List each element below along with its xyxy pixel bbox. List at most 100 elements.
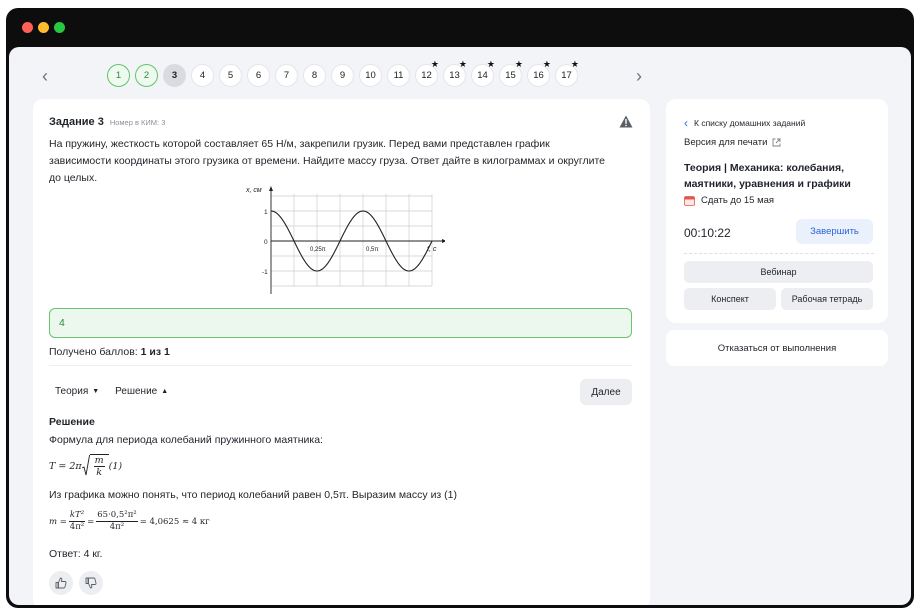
- deadline: Сдать до 15 мая: [684, 195, 774, 206]
- page-number: 8: [311, 70, 318, 81]
- back-to-homework-link[interactable]: ‹ К списку домашних заданий: [684, 116, 805, 130]
- back-link-label: К списку домашних заданий: [694, 118, 806, 128]
- y-tick-label: 0: [264, 239, 268, 246]
- formula-result: = 4,0625 ≈ 4 кг: [139, 516, 210, 527]
- x-tick-label: 0,5π: [366, 247, 378, 253]
- score-value: 1 из 1: [140, 346, 170, 358]
- page-button-3[interactable]: 3: [163, 64, 186, 87]
- thumbs-down-button[interactable]: [79, 571, 103, 595]
- star-icon: ★: [570, 59, 579, 69]
- solution-title: Решение: [49, 416, 95, 428]
- page-button-5[interactable]: 5: [219, 64, 242, 87]
- next-button[interactable]: Далее: [580, 379, 632, 405]
- denominator: 4π²: [69, 522, 85, 532]
- solution-label: Решение: [115, 386, 158, 397]
- webinar-button[interactable]: Вебинар: [684, 261, 873, 283]
- page-button-10[interactable]: 10: [359, 64, 382, 87]
- external-link-icon: [772, 138, 781, 147]
- y-tick-label: 1: [264, 209, 268, 216]
- page-button-9[interactable]: 9: [331, 64, 354, 87]
- page-button-7[interactable]: 7: [275, 64, 298, 87]
- formula-part: =: [87, 516, 95, 527]
- thumbs-down-icon: [85, 577, 97, 589]
- maximize-window-button[interactable]: [54, 22, 65, 33]
- fraction: 65·0,5²π² 4π²: [96, 510, 138, 533]
- page-number: 7: [283, 70, 290, 81]
- calendar-icon: [684, 196, 695, 206]
- page-button-12[interactable]: 12 ★: [415, 59, 439, 87]
- page-number: 17: [561, 70, 572, 81]
- page-number: 13: [449, 70, 460, 81]
- task-header: Задание 3 Номер в КИМ: 3: [49, 116, 165, 128]
- page-number: 6: [255, 70, 262, 81]
- warning-icon[interactable]: [619, 115, 633, 128]
- divider: [49, 365, 632, 366]
- chevron-left-icon[interactable]: ‹: [33, 64, 57, 88]
- page-list: 1 2 3 4 5 6 7 8 9 10 11 12 ★ 13 ★ 14 ★ 15 ★ 16 ★ 17 ★: [107, 59, 579, 87]
- page-button-16[interactable]: 16 ★: [527, 59, 551, 87]
- page-number: 3: [171, 70, 178, 81]
- answer-field[interactable]: 4: [49, 308, 632, 338]
- fraction: mk: [93, 455, 105, 478]
- page-button-6[interactable]: 6: [247, 64, 270, 87]
- star-icon: ★: [430, 59, 439, 69]
- print-version-link[interactable]: Версия для печати: [684, 137, 781, 148]
- theory-toggle[interactable]: Теория ▼: [55, 386, 99, 397]
- score-label: Получено баллов:: [49, 346, 141, 358]
- minimize-window-button[interactable]: [38, 22, 49, 33]
- deadline-text: Сдать до 15 мая: [701, 195, 775, 206]
- kim-number: Номер в КИМ: 3: [109, 118, 166, 127]
- homework-title: Теория | Механика: колебания, маятники, …: [684, 162, 851, 190]
- solution-text: Из графика можно понять, что период коле…: [49, 489, 457, 501]
- mass-formula: m = kT² 4π² = 65·0,5²π² 4π² = 4,0625 ≈ 4 к…: [49, 510, 210, 533]
- denominator: k: [96, 467, 103, 478]
- chevron-right-icon[interactable]: ›: [627, 64, 651, 88]
- denominator: 4π²: [109, 522, 125, 532]
- x-tick-label: 0,25π: [310, 247, 326, 253]
- numerator: 65·0,5²π²: [96, 510, 138, 522]
- dashed-divider: [684, 253, 874, 254]
- caret-down-icon: ▼: [92, 388, 100, 395]
- solution-text: Формула для периода колебаний пружинного…: [49, 434, 323, 446]
- page-button-2[interactable]: 2: [135, 64, 158, 87]
- star-icon: ★: [486, 59, 495, 69]
- page-button-14[interactable]: 14 ★: [471, 59, 495, 87]
- title-bar: [6, 8, 914, 46]
- page-button-1[interactable]: 1: [107, 64, 130, 87]
- page-button-11[interactable]: 11: [387, 64, 410, 87]
- task-text: На пружину, жесткость которой составляет…: [49, 138, 605, 184]
- star-icon: ★: [542, 59, 551, 69]
- page-number: 12: [421, 70, 432, 81]
- refuse-button[interactable]: Отказаться от выполнения: [666, 330, 888, 366]
- solution-toggle[interactable]: Решение ▲: [115, 386, 168, 397]
- sqrt-content: mk: [89, 454, 109, 478]
- page-number: 11: [393, 70, 404, 81]
- page-button-4[interactable]: 4: [191, 64, 214, 87]
- close-window-button[interactable]: [22, 22, 33, 33]
- page-number: 9: [339, 70, 346, 81]
- caret-up-icon: ▲: [161, 388, 169, 395]
- page-button-13[interactable]: 13 ★: [443, 59, 467, 87]
- numerator: m: [93, 455, 105, 467]
- page-button-8[interactable]: 8: [303, 64, 326, 87]
- page-content: ‹ 1 2 3 4 5 6 7 8 9 10 11 12 ★ 13 ★ 14 ★ 15 ★ 16 ★ 17 ★ › Зада…: [9, 47, 911, 605]
- formula-part: m =: [49, 516, 67, 527]
- page-button-15[interactable]: 15 ★: [499, 59, 523, 87]
- page-number: 16: [533, 70, 544, 81]
- solution-answer: Ответ: 4 кг.: [49, 548, 103, 560]
- graph-grid: [270, 194, 433, 287]
- page-button-17[interactable]: 17 ★: [555, 59, 579, 87]
- thumbs-up-button[interactable]: [49, 571, 73, 595]
- numerator: kT²: [68, 510, 86, 522]
- theory-label: Теория: [55, 386, 89, 397]
- konspekt-button[interactable]: Конспект: [684, 288, 776, 310]
- page-number: 10: [365, 70, 376, 81]
- fraction: kT² 4π²: [68, 510, 86, 533]
- workbook-button[interactable]: Рабочая тетрадь: [781, 288, 873, 310]
- task-title: Задание 3: [49, 116, 104, 128]
- chevron-left-icon: ‹: [684, 116, 688, 130]
- y-tick-label: -1: [262, 269, 268, 276]
- formula-part: T = 2π: [49, 460, 82, 472]
- page-number: 15: [505, 70, 516, 81]
- finish-button[interactable]: Завершить: [796, 219, 873, 244]
